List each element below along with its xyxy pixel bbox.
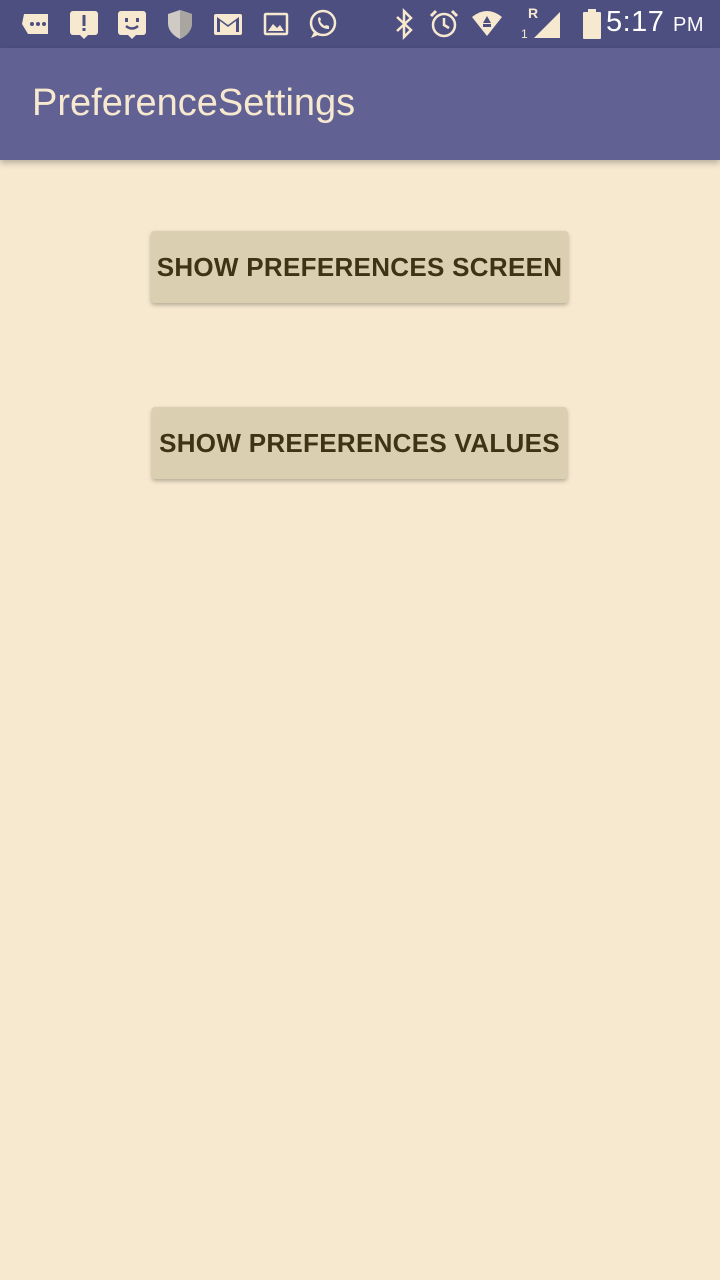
signal-icon xyxy=(534,12,560,38)
alarm-icon xyxy=(429,9,459,38)
battery-icon xyxy=(583,9,601,39)
status-bar: R 1 5:17 PM xyxy=(0,0,720,48)
gallery-icon xyxy=(263,12,289,36)
status-time-value: 5:17 xyxy=(605,6,665,38)
chat-bot-icon xyxy=(118,11,146,39)
status-time-ampm: PM xyxy=(673,14,704,36)
shield-icon xyxy=(168,10,192,39)
bluetooth-icon xyxy=(396,8,413,40)
wifi-icon xyxy=(472,11,502,36)
show-preferences-screen-button[interactable]: SHOW PREFERENCES SCREEN xyxy=(151,231,568,303)
whatsapp-icon xyxy=(309,9,337,38)
message-icon xyxy=(22,14,48,34)
app-bar: PreferenceSettings xyxy=(0,48,720,160)
show-preferences-values-button[interactable]: SHOW PREFERENCES VALUES xyxy=(152,407,567,479)
gmail-icon xyxy=(214,14,242,35)
status-time: 5:17 PM xyxy=(606,6,704,39)
signal-sim-indicator: 1 xyxy=(521,27,528,41)
alert-icon xyxy=(70,11,98,39)
app-title: PreferenceSettings xyxy=(32,82,356,124)
main-content: SHOW PREFERENCES SCREEN SHOW PREFERENCES… xyxy=(0,160,720,1280)
